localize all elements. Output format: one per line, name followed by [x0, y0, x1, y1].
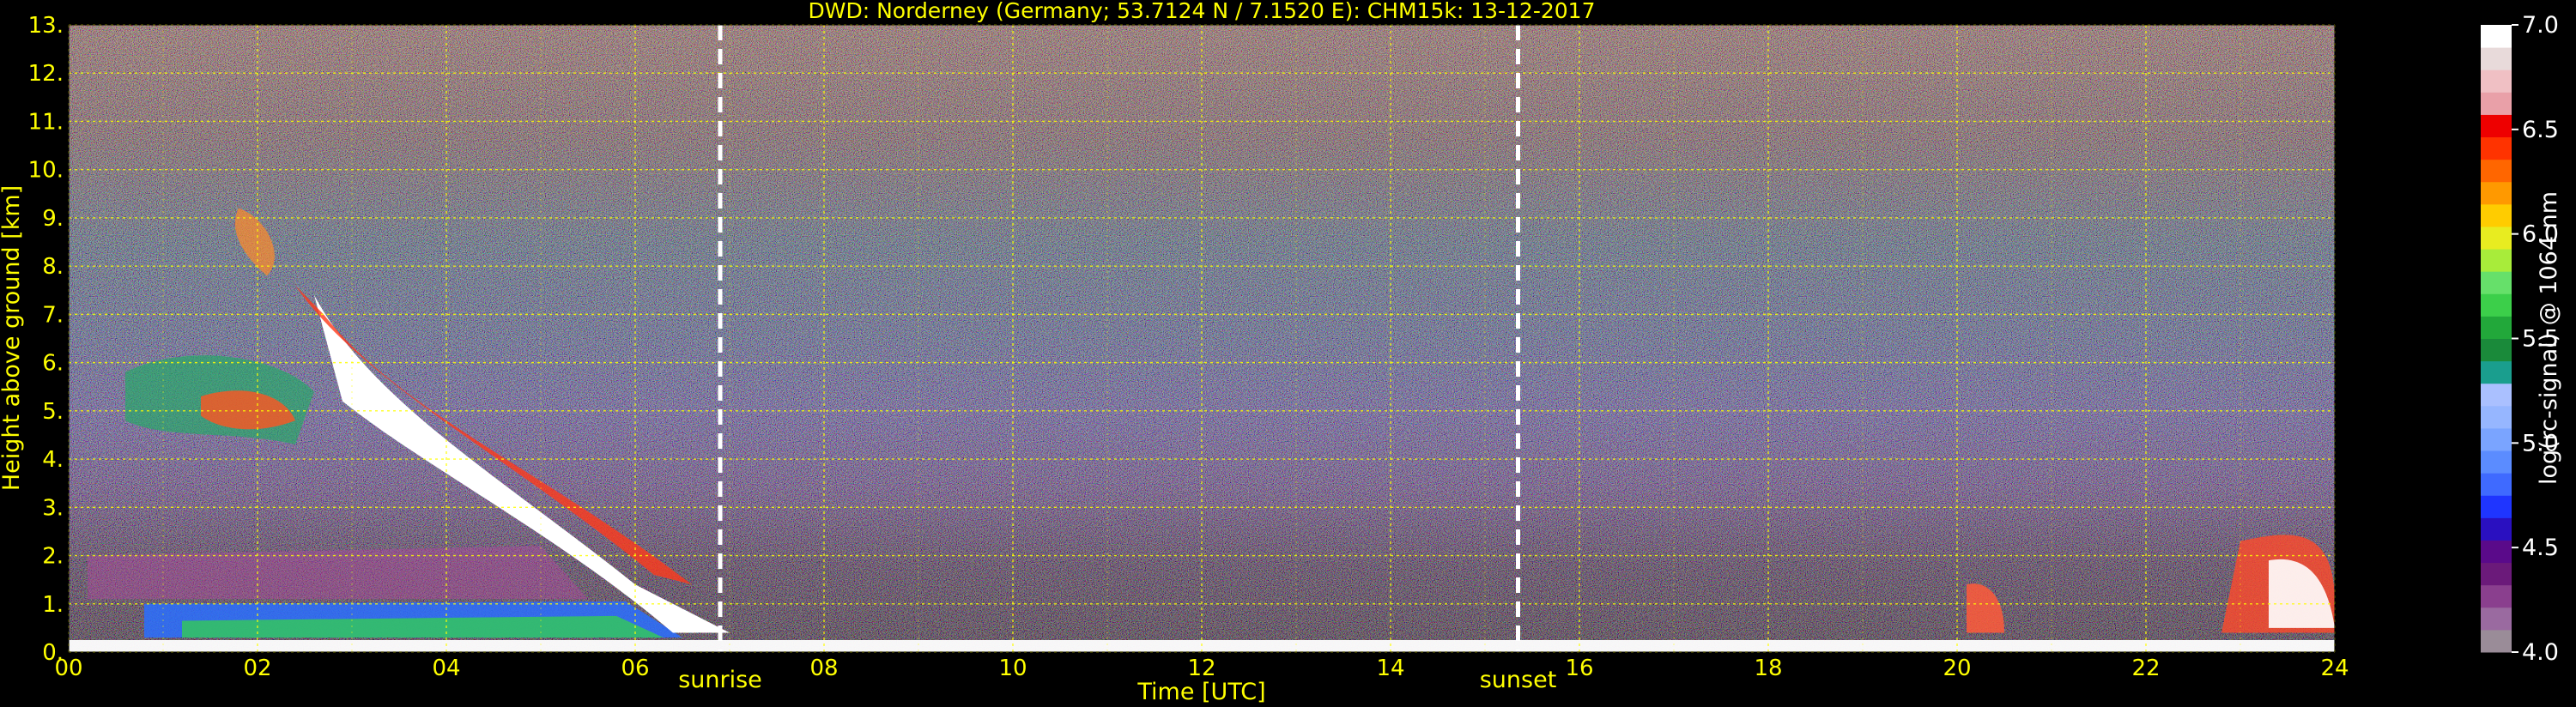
y-tick-label: 7. — [42, 302, 64, 328]
colorbar-segment — [2481, 69, 2512, 93]
y-tick-label: 9. — [42, 206, 64, 232]
colorbar-segment — [2481, 473, 2512, 496]
colorbar-segment — [2481, 136, 2512, 160]
sun-marker-label: sunset — [1480, 667, 1557, 693]
x-tick-label: 02 — [243, 656, 271, 681]
colorbar-segment — [2481, 226, 2512, 250]
colorbar-segment — [2481, 316, 2512, 339]
colorbar-segment — [2481, 629, 2512, 653]
x-tick-label: 00 — [54, 656, 82, 681]
colorbar-segment — [2481, 495, 2512, 518]
colorbar-segment — [2481, 338, 2512, 362]
x-tick-label: 18 — [1754, 656, 1782, 681]
colorbar-segment — [2481, 562, 2512, 586]
colorbar-tick-label: 4.0 — [2522, 639, 2559, 666]
colorbar-tick-label: 7.0 — [2522, 12, 2559, 39]
y-tick-labels: 0.1.2.3.4.5.6.7.8.9.10.11.12.13. — [28, 13, 64, 666]
lidar-quicklook-figure: DWD: Norderney (Germany; 53.7124 N / 7.1… — [0, 0, 2562, 705]
colorbar-segment — [2481, 405, 2512, 429]
y-tick-label: 11. — [28, 109, 64, 135]
x-tick-label: 12 — [1187, 656, 1215, 681]
x-tick-label: 04 — [432, 656, 460, 681]
x-tick-label: 22 — [2131, 656, 2160, 681]
colorbar-segment — [2481, 203, 2512, 227]
colorbar-segment — [2481, 360, 2512, 384]
x-tick-label: 14 — [1376, 656, 1404, 681]
y-tick-label: 2. — [42, 544, 64, 570]
y-tick-label: 8. — [42, 254, 64, 280]
y-tick-label: 5. — [42, 399, 64, 425]
colorbar-segments — [2481, 25, 2512, 653]
colorbar-segment — [2481, 249, 2512, 272]
x-tick-label: 24 — [2320, 656, 2349, 681]
y-tick-label: 13. — [28, 13, 64, 39]
sun-marker-label: sunrise — [678, 667, 762, 693]
colorbar-segment — [2481, 540, 2512, 564]
x-tick-label: 20 — [1943, 656, 1971, 681]
colorbar-segment — [2481, 181, 2512, 205]
chart-title: DWD: Norderney (Germany; 53.7124 N / 7.1… — [809, 0, 1596, 23]
colorbar-segment — [2481, 25, 2512, 48]
colorbar-segment — [2481, 607, 2512, 631]
colorbar-segment — [2481, 92, 2512, 115]
y-tick-label: 6. — [42, 351, 64, 377]
y-tick-label: 1. — [42, 592, 64, 618]
colorbar-segment — [2481, 584, 2512, 608]
colorbar-segment — [2481, 114, 2512, 138]
colorbar-label: log(rc-signal) @ 1064 nm — [2536, 191, 2562, 485]
y-tick-label: 4. — [42, 447, 64, 473]
y-tick-label: 10. — [28, 158, 64, 184]
colorbar-tick-label: 4.5 — [2522, 535, 2559, 561]
colorbar-segment — [2481, 271, 2512, 294]
colorbar-segment — [2481, 383, 2512, 407]
x-tick-label: 10 — [998, 656, 1027, 681]
x-axis-label: Time [UTC] — [1136, 679, 1265, 705]
y-axis-label: Height above ground [km] — [0, 185, 25, 491]
colorbar-segment — [2481, 293, 2512, 317]
x-tick-label: 06 — [621, 656, 649, 681]
y-tick-label: 12. — [28, 61, 64, 87]
plot-area — [68, 24, 2336, 653]
colorbar-tick-label: 6.5 — [2522, 117, 2559, 143]
colorbar-segment — [2481, 47, 2512, 70]
x-tick-label: 16 — [1565, 656, 1593, 681]
colorbar-segment — [2481, 450, 2512, 474]
x-tick-label: 08 — [809, 656, 838, 681]
colorbar: 4.04.55.05.56.06.57.0 log(rc-signal) @ 1… — [2481, 12, 2562, 666]
colorbar-segment — [2481, 159, 2512, 183]
colorbar-segment — [2481, 427, 2512, 451]
colorbar-segment — [2481, 517, 2512, 541]
y-tick-label: 3. — [42, 495, 64, 521]
